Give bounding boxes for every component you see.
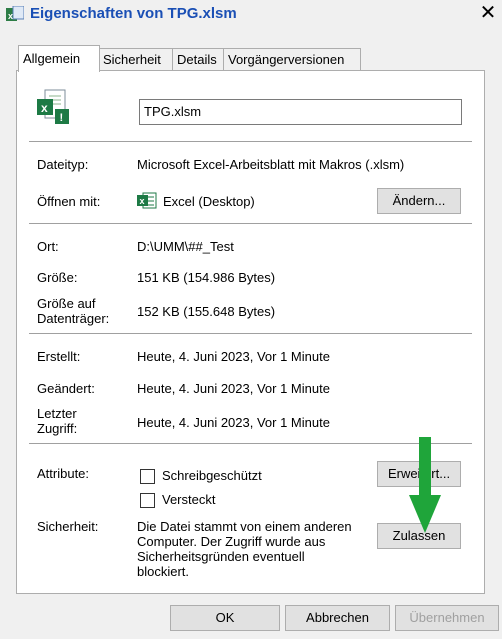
- geaendert-value: Heute, 4. Juni 2023, Vor 1 Minute: [137, 381, 330, 396]
- tab-details[interactable]: Details: [172, 48, 229, 71]
- dateityp-value: Microsoft Excel-Arbeitsblatt mit Makros …: [137, 157, 405, 172]
- aendern-button[interactable]: Ändern...: [377, 188, 461, 214]
- groesse-datentraeger-label: Größe auf Datenträger:: [37, 296, 110, 326]
- dateityp-label: Dateityp:: [37, 157, 89, 172]
- divider: [29, 223, 472, 224]
- sicherheit-text: Die Datei stammt von einem anderen Compu…: [137, 519, 352, 579]
- letzter-zugriff-label: Letzter Zugriff:: [37, 406, 78, 436]
- divider: [29, 333, 472, 334]
- divider: [29, 443, 472, 444]
- uebernehmen-button[interactable]: Übernehmen: [395, 605, 499, 631]
- excel-icon: x: [137, 192, 157, 209]
- sicherheit-label: Sicherheit:: [37, 519, 99, 534]
- excel-macro-file-icon: x !: [37, 89, 69, 124]
- abbrechen-button[interactable]: Abbrechen: [285, 605, 390, 631]
- tab-allgemein[interactable]: Allgemein: [18, 45, 100, 72]
- close-icon[interactable]: ✕: [474, 1, 502, 27]
- letzter-zugriff-value: Heute, 4. Juni 2023, Vor 1 Minute: [137, 415, 330, 430]
- erstellt-value: Heute, 4. Juni 2023, Vor 1 Minute: [137, 349, 330, 364]
- oeffnen-mit-label: Öffnen mit:: [37, 194, 101, 209]
- schreibgeschuetzt-checkbox[interactable]: [140, 469, 155, 484]
- groesse-value: 151 KB (154.986 Bytes): [137, 270, 276, 285]
- svg-text:x: x: [8, 11, 13, 21]
- svg-text:!: !: [60, 112, 64, 124]
- groesse-label: Größe:: [37, 270, 78, 285]
- oeffnen-mit-value: Excel (Desktop): [163, 194, 255, 209]
- ort-label: Ort:: [37, 239, 59, 254]
- tab-vorgaengerversionen[interactable]: Vorgängerversionen: [223, 48, 361, 71]
- properties-icon: x: [6, 6, 24, 21]
- versteckt-checkbox[interactable]: [140, 493, 155, 508]
- window-title: Eigenschaften von TPG.xlsm: [30, 5, 237, 22]
- divider: [29, 141, 472, 142]
- ort-value: D:\UMM\##_Test: [137, 239, 234, 254]
- title-bar: x Eigenschaften von TPG.xlsm ✕: [0, 0, 502, 30]
- down-arrow-icon: [409, 437, 441, 533]
- geaendert-label: Geändert:: [37, 381, 95, 396]
- attribute-label: Attribute:: [37, 466, 90, 481]
- schreibgeschuetzt-label: Schreibgeschützt: [162, 468, 262, 483]
- svg-text:x: x: [140, 196, 145, 206]
- svg-text:x: x: [41, 101, 48, 115]
- ok-button[interactable]: OK: [170, 605, 280, 631]
- general-panel: x ! TPG.xlsm Dateityp: Microsoft Excel-A…: [16, 70, 485, 594]
- erstellt-label: Erstellt:: [37, 349, 81, 364]
- filename-input[interactable]: TPG.xlsm: [139, 99, 462, 125]
- versteckt-label: Versteckt: [162, 492, 216, 507]
- groesse-datentraeger-value: 152 KB (155.648 Bytes): [137, 304, 276, 319]
- tab-sicherheit[interactable]: Sicherheit: [98, 48, 178, 71]
